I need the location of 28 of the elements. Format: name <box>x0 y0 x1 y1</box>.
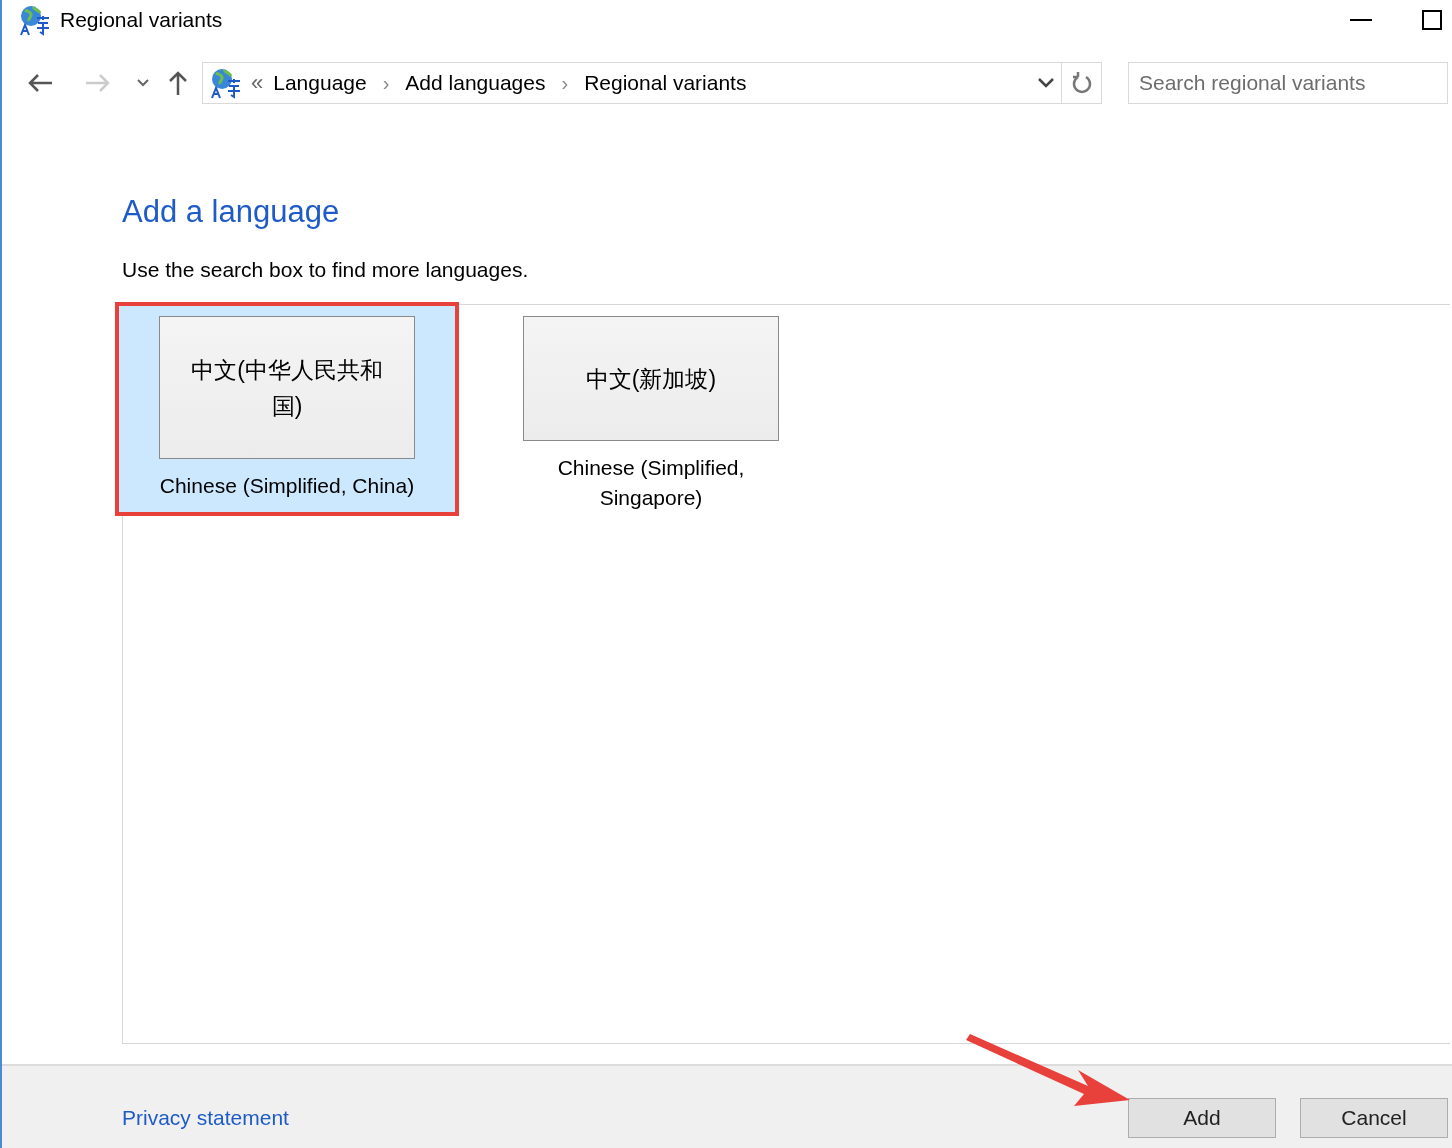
cancel-button[interactable]: Cancel <box>1300 1098 1448 1138</box>
breadcrumb-separator: › <box>561 71 569 95</box>
breadcrumb-link[interactable]: Language <box>273 71 367 95</box>
language-name: Chinese (Simplified, China) <box>158 473 416 499</box>
language-name: Chinese (Simplified, Singapore) <box>556 455 746 511</box>
chevron-down-icon[interactable] <box>1037 77 1055 89</box>
breadcrumb-separator: › <box>382 71 390 95</box>
window-title: Regional variants <box>60 8 224 32</box>
refresh-icon <box>1070 71 1093 95</box>
language-tile[interactable]: 中文(新加坡) Chinese (Simplified, Singapore) <box>482 305 820 513</box>
overflow-chevrons[interactable]: « <box>251 70 264 96</box>
add-button[interactable]: Add <box>1128 1098 1276 1138</box>
breadcrumb-link[interactable]: Regional variants <box>584 71 747 95</box>
maximize-icon[interactable] <box>1422 10 1442 30</box>
location-icon <box>209 67 241 99</box>
hint-text: Use the search box to find more languages. <box>122 258 530 282</box>
page-heading: Add a language <box>122 194 341 230</box>
app-icon <box>18 4 50 36</box>
search-field[interactable]: Search regional variants <box>1128 62 1448 104</box>
breadcrumb-link[interactable]: Add languages <box>405 71 546 95</box>
language-tile[interactable]: 中文(中华人民共和国) Chinese (Simplified, China) <box>118 305 456 513</box>
language-native-name: 中文(新加坡) <box>523 316 779 441</box>
chevron-down-icon[interactable] <box>136 78 150 88</box>
privacy-link[interactable]: Privacy statement <box>122 1106 1128 1130</box>
address-bar[interactable]: « Language › Add languages › Regional variants <box>202 62 1062 104</box>
minimize-icon[interactable] <box>1350 18 1372 22</box>
language-native-name: 中文(中华人民共和国) <box>159 316 415 459</box>
refresh-button[interactable] <box>1062 62 1102 104</box>
